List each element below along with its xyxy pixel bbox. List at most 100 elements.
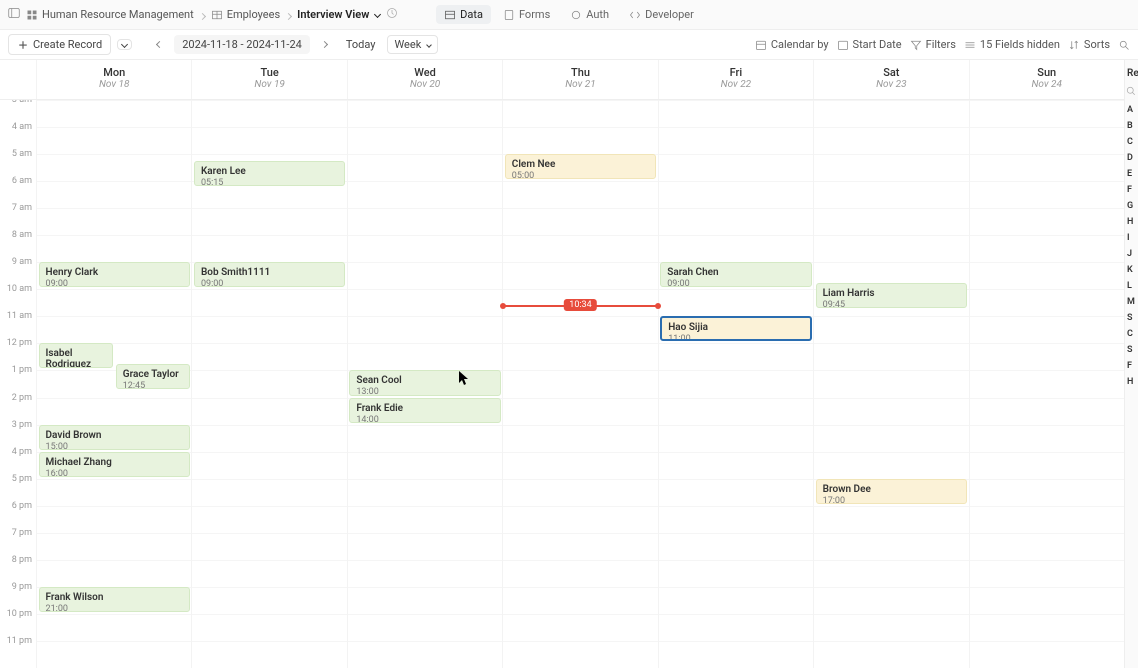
event-time: 15:00	[46, 442, 183, 450]
right-sidebar[interactable]: Rec ABCDEFGHIJKLMSCSFH	[1124, 60, 1138, 668]
alpha-index-letter[interactable]: I	[1125, 232, 1138, 244]
event-time: 05:15	[201, 178, 338, 186]
center-tabs: Data Forms Auth Developer	[436, 5, 702, 24]
date-range[interactable]: 2024-11-18 - 2024-11-24	[174, 35, 310, 54]
calendar-head: MonNov 18TueNov 19WedNov 20ThuNov 21FriN…	[0, 60, 1124, 100]
event-name: Michael Zhang	[46, 457, 183, 468]
day-column[interactable]	[969, 100, 1124, 668]
alpha-index-letter[interactable]: L	[1125, 280, 1138, 292]
calendar-by-control[interactable]: Calendar by	[755, 38, 829, 51]
filters-label: Filters	[926, 38, 956, 51]
calendar-event[interactable]: David Brown15:00	[39, 425, 190, 450]
fields-hidden-label: 15 Fields hidden	[980, 38, 1060, 51]
alpha-index-letter[interactable]: H	[1125, 216, 1138, 228]
event-time: 09:45	[823, 300, 960, 308]
calendar-event[interactable]: Clem Nee05:00	[505, 154, 656, 179]
calendar-event[interactable]: Liam Harris09:45	[816, 283, 967, 308]
day-header[interactable]: SatNov 23	[813, 60, 968, 99]
alpha-index-letter[interactable]: H	[1125, 376, 1138, 388]
search-icon[interactable]	[1125, 85, 1137, 97]
bc-view[interactable]: Interview View	[297, 8, 380, 21]
calendar-event[interactable]: Henry Clark09:00	[39, 262, 190, 287]
day-column[interactable]: Karen Lee05:15 Bob Smith111109:00	[191, 100, 346, 668]
calendar-event[interactable]: Grace Taylor12:45	[116, 364, 190, 389]
calendar-event[interactable]: Frank Wilson21:00	[39, 587, 190, 612]
alpha-index-letter[interactable]: J	[1125, 248, 1138, 260]
alpha-index-letter[interactable]: C	[1125, 136, 1138, 148]
event-name: Isabel Rodriguez	[46, 348, 106, 368]
tab-forms[interactable]: Forms	[495, 5, 558, 24]
alpha-index-letter[interactable]: F	[1125, 360, 1138, 372]
create-record-dropdown[interactable]	[117, 39, 132, 50]
tab-data[interactable]: Data	[436, 5, 491, 24]
day-name: Thu	[503, 66, 657, 79]
bc-app[interactable]: Human Resource Management	[26, 8, 194, 21]
day-header[interactable]: TueNov 19	[191, 60, 346, 99]
event-time: 17:00	[823, 496, 960, 504]
hour-label: 3 pm	[12, 420, 32, 430]
hour-label: 2 pm	[12, 393, 32, 403]
sidebar-toggle-icon[interactable]	[8, 7, 20, 22]
next-week-button[interactable]	[316, 36, 334, 54]
day-header[interactable]: FriNov 22	[658, 60, 813, 99]
view-mode-select[interactable]: Week	[387, 35, 438, 54]
bc-table[interactable]: Employees	[211, 8, 280, 21]
alpha-index-letter[interactable]: S	[1125, 312, 1138, 324]
alpha-index-letter[interactable]: G	[1125, 200, 1138, 212]
hours-column: 3 am4 am5 am6 am7 am8 am9 am10 am11 am12…	[0, 100, 36, 668]
calendar-event[interactable]: Michael Zhang16:00	[39, 452, 190, 477]
day-column[interactable]: Liam Harris09:45 Brown Dee17:00	[813, 100, 968, 668]
alpha-index-letter[interactable]: K	[1125, 264, 1138, 276]
calendar-event[interactable]: Brown Dee17:00	[816, 479, 967, 504]
calendar-body[interactable]: 3 am4 am5 am6 am7 am8 am9 am10 am11 am12…	[0, 100, 1124, 668]
day-date: Nov 23	[814, 79, 968, 90]
alpha-index-letter[interactable]: M	[1125, 296, 1138, 308]
alpha-index-letter[interactable]: A	[1125, 104, 1138, 116]
calendar-event[interactable]: Karen Lee05:15	[194, 161, 345, 186]
day-name: Mon	[37, 66, 191, 79]
alpha-index-letter[interactable]: C	[1125, 328, 1138, 340]
event-name: Hao Sijia	[668, 322, 803, 333]
calendar: MonNov 18TueNov 19WedNov 20ThuNov 21FriN…	[0, 60, 1124, 668]
calendar-event[interactable]: Frank Edie14:00	[349, 398, 500, 423]
clock-icon[interactable]	[386, 7, 398, 22]
calendar-event[interactable]: Sarah Chen09:00	[660, 262, 811, 287]
start-date-control[interactable]: Start Date	[837, 38, 902, 51]
calendar-event[interactable]: Hao Sijia11:00	[660, 316, 811, 341]
filters-control[interactable]: Filters	[910, 38, 956, 51]
day-column[interactable]: Clem Nee05:0010:34	[502, 100, 657, 668]
day-header[interactable]: ThuNov 21	[502, 60, 657, 99]
day-name: Sun	[970, 66, 1124, 79]
fields-hidden-control[interactable]: 15 Fields hidden	[964, 38, 1060, 51]
alpha-index-letter[interactable]: E	[1125, 168, 1138, 180]
alpha-index-letter[interactable]: B	[1125, 120, 1138, 132]
bc-table-label: Employees	[227, 8, 280, 21]
alpha-index-letter[interactable]: F	[1125, 184, 1138, 196]
right-controls: Calendar by Start Date Filters 15 Fields…	[755, 38, 1130, 51]
event-name: Karen Lee	[201, 166, 338, 177]
day-column[interactable]: Henry Clark09:00 Isabel Rodriguez12:00Gra…	[36, 100, 191, 668]
tab-developer[interactable]: Developer	[621, 5, 702, 24]
day-header[interactable]: WedNov 20	[347, 60, 502, 99]
day-column[interactable]: Sarah Chen09:00 Hao Sijia11:00	[658, 100, 813, 668]
alpha-index-letter[interactable]: D	[1125, 152, 1138, 164]
search-control[interactable]	[1118, 39, 1130, 51]
hour-label: 12 pm	[7, 338, 32, 348]
create-record-button[interactable]: Create Record	[8, 34, 111, 55]
prev-week-button[interactable]	[150, 36, 168, 54]
calendar-event[interactable]: Sean Cool13:00	[349, 370, 500, 395]
event-name: Clem Nee	[512, 159, 649, 170]
calendar-event[interactable]: Isabel Rodriguez12:00	[39, 343, 113, 368]
day-header[interactable]: SunNov 24	[969, 60, 1124, 99]
sorts-control[interactable]: Sorts	[1068, 38, 1110, 51]
calendar-event[interactable]: Bob Smith111109:00	[194, 262, 345, 287]
today-button[interactable]: Today	[340, 36, 382, 53]
tab-auth[interactable]: Auth	[562, 5, 617, 24]
event-time: 09:00	[201, 279, 338, 287]
event-name: Sarah Chen	[667, 267, 804, 278]
chevron-down-icon	[374, 11, 381, 18]
day-column[interactable]: Sean Cool13:00 Frank Edie14:00	[347, 100, 502, 668]
alpha-index-letter[interactable]: S	[1125, 344, 1138, 356]
days-grid[interactable]: Henry Clark09:00 Isabel Rodriguez12:00Gra…	[36, 100, 1124, 668]
day-header[interactable]: MonNov 18	[36, 60, 191, 99]
